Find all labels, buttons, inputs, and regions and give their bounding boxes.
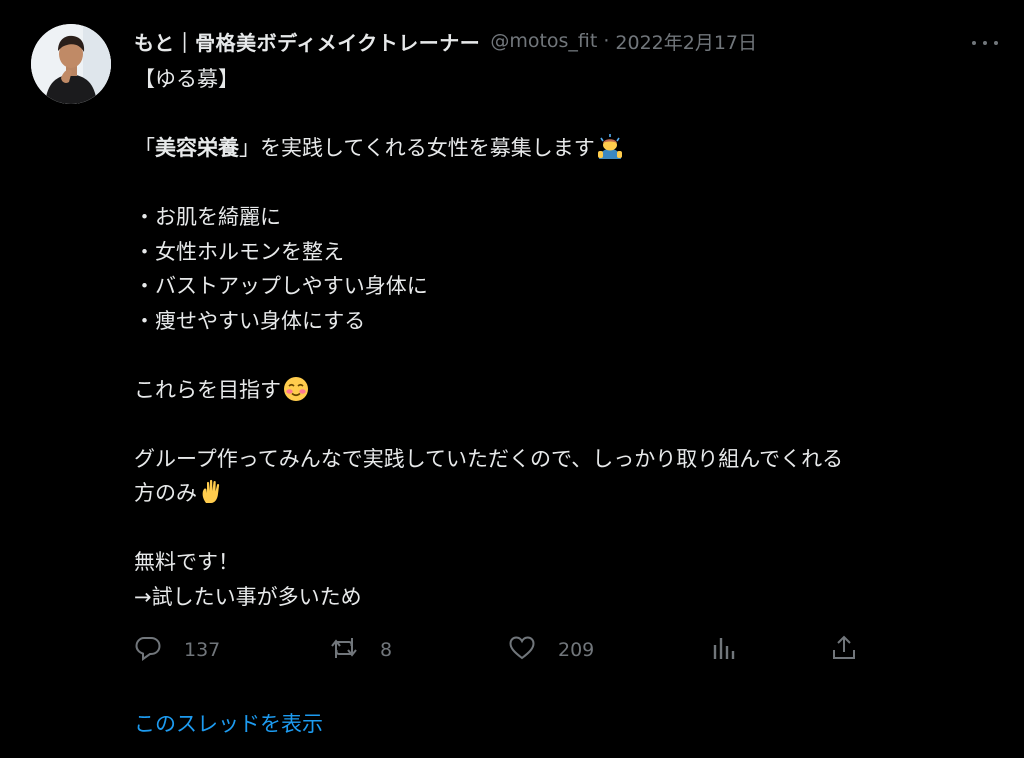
intro-open-bracket: 「 bbox=[134, 136, 155, 160]
share-button[interactable] bbox=[830, 634, 858, 666]
tweet-intro: 「美容栄養」を実践してくれる女性を募集します bbox=[134, 131, 1004, 166]
tweet-free-note: 無料です！ bbox=[134, 550, 239, 574]
tweet-header: もと｜骨格美ボディメイクトレーナー @motos_fit · 2022年2月17… bbox=[134, 24, 964, 58]
heart-icon bbox=[508, 634, 536, 666]
like-count: 209 bbox=[558, 639, 595, 661]
bullet-item: ・バストアップしやすい身体に bbox=[134, 274, 428, 298]
analytics-icon bbox=[710, 634, 738, 666]
bullet-item: ・女性ホルモンを整え bbox=[134, 239, 344, 264]
reply-count: 137 bbox=[184, 639, 221, 661]
action-bar: 137 8 209 bbox=[134, 634, 874, 666]
tweet-card[interactable]: もと｜骨格美ボディメイクトレーナー @motos_fit · 2022年2月17… bbox=[0, 0, 1024, 758]
tweet-reason: →試したい事が多いため bbox=[134, 584, 362, 609]
smiling-blush-emoji bbox=[283, 376, 309, 402]
tweet-group-line: グループ作ってみんなで実践していただくので、しっかり取り組んでくれる bbox=[134, 446, 844, 471]
header-separator: · bbox=[603, 30, 610, 52]
intro-text: を実践してくれる女性を募集します bbox=[260, 136, 595, 160]
tweet-goal: これらを目指す bbox=[134, 373, 1004, 408]
avatar[interactable] bbox=[31, 24, 111, 104]
man-bowing-emoji bbox=[597, 134, 623, 160]
intro-close-bracket: 」 bbox=[239, 136, 260, 160]
reply-button[interactable]: 137 bbox=[134, 634, 220, 666]
retweet-count: 8 bbox=[380, 639, 393, 661]
analytics-button[interactable] bbox=[710, 634, 738, 666]
intro-highlight: 美容栄養 bbox=[155, 136, 239, 160]
retweet-button[interactable]: 8 bbox=[330, 634, 392, 666]
raised-hand-emoji bbox=[199, 479, 225, 505]
goal-text: これらを目指す bbox=[134, 377, 281, 402]
group-line-text: 方のみ bbox=[134, 481, 197, 505]
tweet-title: 【ゆる募】 bbox=[134, 67, 239, 91]
user-handle[interactable]: @motos_fit bbox=[490, 30, 597, 52]
reply-icon bbox=[134, 634, 162, 666]
retweet-icon bbox=[330, 634, 358, 666]
show-thread-link[interactable]: このスレッドを表示 bbox=[134, 708, 323, 738]
like-button[interactable]: 209 bbox=[508, 634, 594, 666]
tweet-date[interactable]: 2022年2月17日 bbox=[615, 28, 757, 55]
display-name[interactable]: もと｜骨格美ボディメイクトレーナー bbox=[134, 27, 480, 56]
more-icon[interactable] bbox=[968, 30, 1002, 56]
share-icon bbox=[830, 634, 858, 666]
bullet-item: ・お肌を綺麗に bbox=[134, 205, 281, 229]
bullet-item: ・痩せやすい身体にする bbox=[134, 308, 366, 333]
tweet-group-line-2: 方のみ bbox=[134, 476, 1004, 511]
tweet-text: 【ゆる募】 「美容栄養」を実践してくれる女性を募集します ・お肌を綺麗に ・女性… bbox=[134, 62, 1004, 614]
